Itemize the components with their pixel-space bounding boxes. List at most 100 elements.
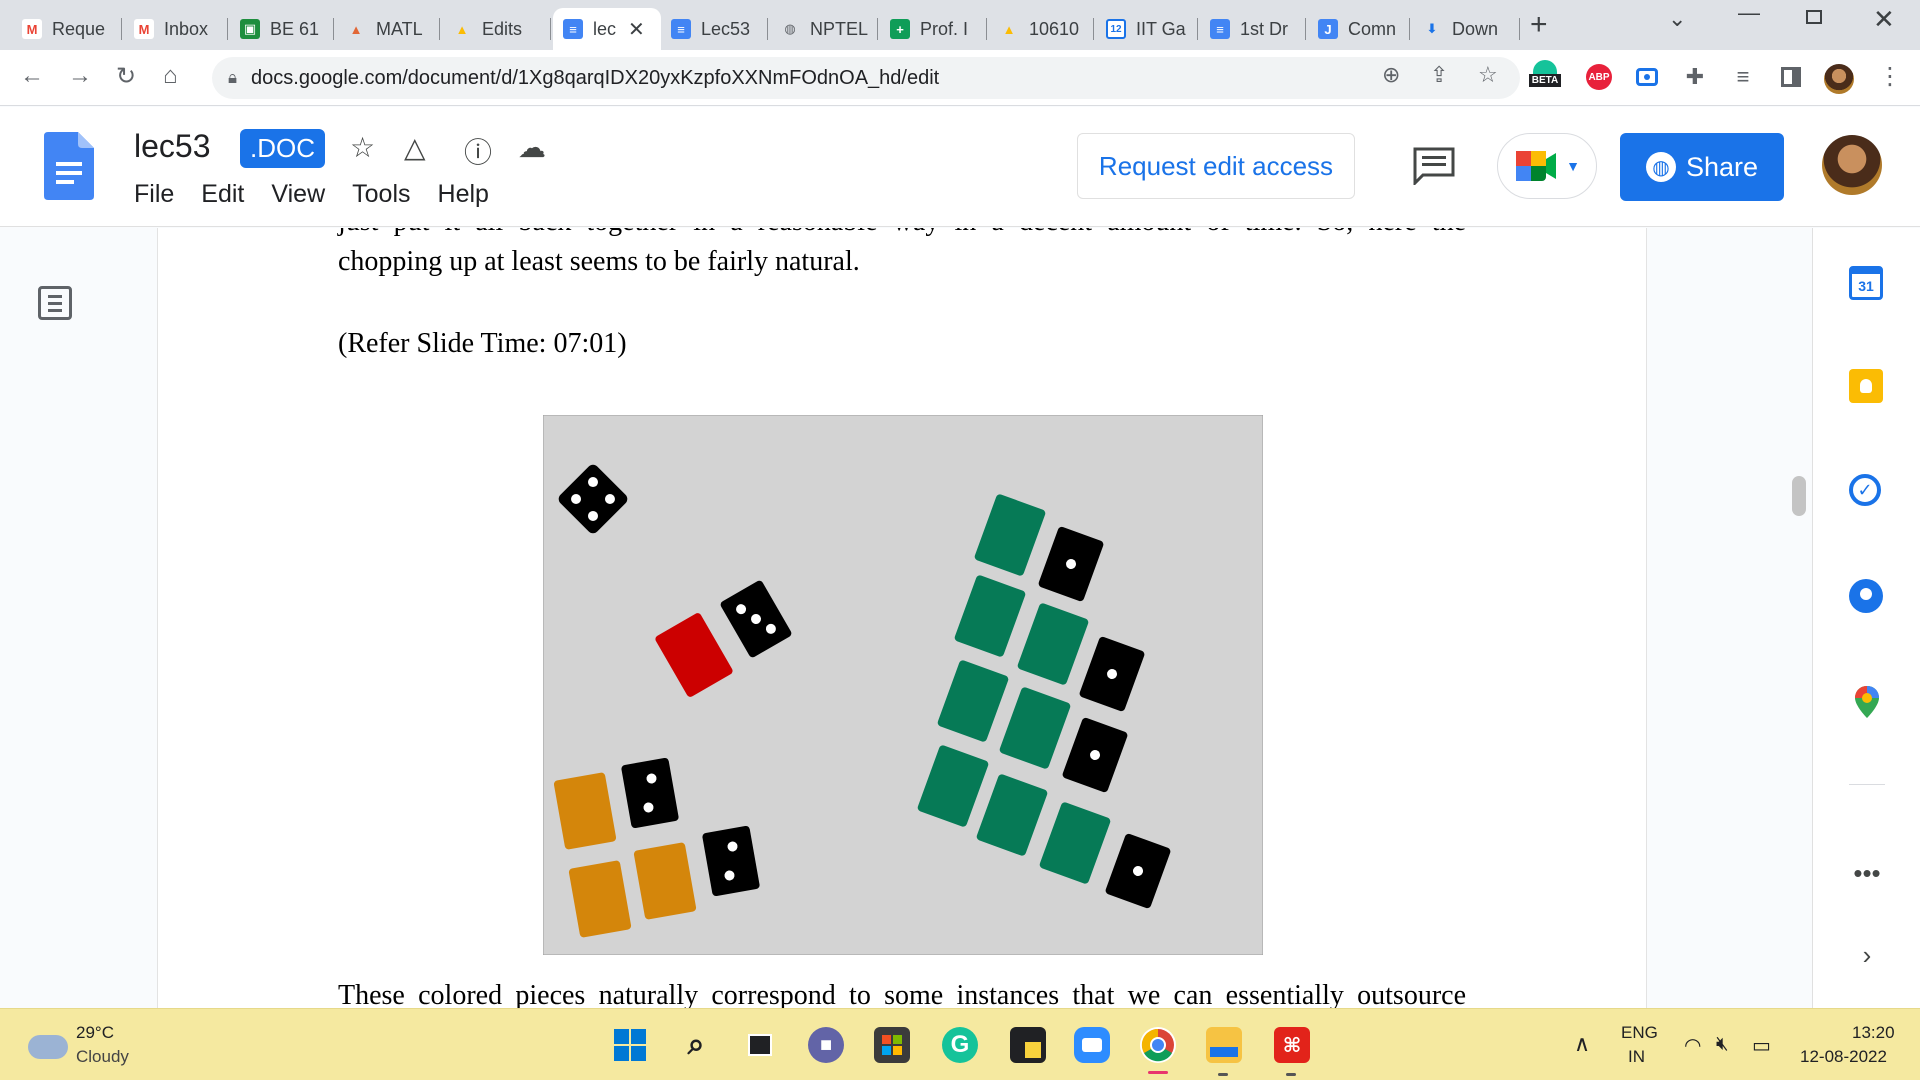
profile-avatar[interactable] — [1824, 64, 1854, 94]
browser-tab[interactable]: M Reque — [12, 8, 122, 50]
browser-tab[interactable]: ▲ MATL — [336, 8, 440, 50]
abp-label: ABP — [1586, 64, 1612, 90]
home-button[interactable]: ⌂ — [163, 62, 178, 90]
file-explorer-icon[interactable] — [1206, 1027, 1242, 1063]
grammarly-beta-extension-icon[interactable]: BETA — [1528, 58, 1562, 88]
star-icon[interactable]: ☆ — [350, 131, 375, 164]
language-indicator[interactable]: ENG — [1621, 1023, 1658, 1043]
reload-button[interactable]: ↻ — [116, 62, 136, 91]
restore-button[interactable] — [1806, 10, 1822, 24]
browser-tab[interactable]: ⬇ Down — [1412, 8, 1520, 50]
browser-tab[interactable]: J Comn — [1308, 8, 1410, 50]
document-canvas[interactable]: just put it all back together in a reaso… — [0, 228, 1920, 1008]
forward-button[interactable]: → — [68, 62, 92, 90]
menu-view[interactable]: View — [271, 180, 325, 209]
acrobat-reader-icon[interactable]: ⌘ — [1274, 1027, 1310, 1063]
browser-tab[interactable]: ◍ NPTEL — [770, 8, 878, 50]
clock-time[interactable]: 13:20 — [1852, 1023, 1895, 1043]
windows-taskbar: 29°C Cloudy ⌕ ■ G ⌘ ∧ ENG IN ◠ 🔇︎ ▭ 13:2… — [0, 1008, 1920, 1080]
media-control-icon[interactable]: ≡ — [1728, 62, 1758, 92]
close-window-button[interactable]: ✕ — [1873, 4, 1895, 35]
browser-menu-icon[interactable]: ⋮ — [1878, 62, 1902, 91]
tab-label: Edits — [482, 18, 523, 39]
browser-tab[interactable]: 12 IIT Ga — [1096, 8, 1198, 50]
meet-button[interactable]: ▼ — [1497, 133, 1597, 199]
info-icon[interactable]: ⓘ — [464, 131, 492, 171]
move-to-drive-icon[interactable]: △ — [404, 131, 426, 164]
sticky-notes-icon[interactable] — [1010, 1027, 1046, 1063]
wifi-icon[interactable]: ◠ — [1684, 1033, 1701, 1058]
start-button-icon[interactable] — [612, 1027, 648, 1063]
weather-condition[interactable]: Cloudy — [76, 1047, 129, 1067]
battery-icon[interactable]: ▭ — [1752, 1033, 1771, 1058]
browser-tab[interactable]: ≡ Lec53 — [661, 8, 768, 50]
adblock-extension-icon[interactable]: ABP — [1584, 62, 1614, 92]
share-button[interactable]: ◍ Share — [1620, 133, 1784, 201]
contacts-icon[interactable] — [1849, 579, 1885, 615]
close-tab-icon[interactable]: ✕ — [628, 17, 645, 42]
zoom-icon[interactable]: ⊕ — [1382, 62, 1400, 88]
tab-search-icon[interactable]: ⌄ — [1668, 6, 1686, 32]
menu-help[interactable]: Help — [438, 180, 489, 209]
speaker-muted-icon[interactable]: 🔇︎ — [1716, 1033, 1729, 1056]
teams-chat-icon[interactable]: ■ — [808, 1027, 844, 1063]
chrome-icon[interactable] — [1140, 1027, 1176, 1063]
tab-separator — [227, 18, 228, 40]
drive-icon: ▲ — [1002, 21, 1016, 37]
browser-tab[interactable]: ▣ BE 61 — [230, 8, 334, 50]
expand-panel-icon[interactable]: › — [1849, 940, 1885, 976]
address-bar[interactable]: 🔒︎ docs.google.com/document/d/1Xg8qarqID… — [212, 57, 1520, 99]
tab-label: IIT Ga — [1136, 18, 1186, 39]
scrollbar-thumb[interactable] — [1792, 476, 1806, 516]
active-app-indicator — [1148, 1071, 1168, 1074]
region-indicator[interactable]: IN — [1628, 1047, 1645, 1067]
menu-edit[interactable]: Edit — [201, 180, 244, 209]
browser-tab[interactable]: ≡ 1st Dr — [1200, 8, 1306, 50]
tab-label: NPTEL — [810, 18, 868, 39]
cloudy-weather-icon[interactable] — [28, 1035, 68, 1059]
menu-file[interactable]: File — [134, 180, 174, 209]
calendar-icon[interactable]: 31 — [1849, 266, 1885, 302]
account-avatar[interactable] — [1822, 135, 1882, 195]
bookmark-star-icon[interactable]: ☆ — [1478, 62, 1498, 88]
keep-icon[interactable] — [1849, 369, 1885, 405]
microsoft-store-icon[interactable] — [874, 1027, 910, 1063]
cloud-status-icon[interactable]: ☁ — [518, 131, 546, 164]
screencast-extension-icon[interactable] — [1632, 62, 1662, 92]
document-outline-icon[interactable] — [38, 286, 72, 320]
grammarly-icon[interactable]: G — [942, 1027, 978, 1063]
tasks-icon[interactable]: ✓ — [1849, 474, 1885, 510]
menu-tools[interactable]: Tools — [352, 180, 410, 209]
minimize-button[interactable]: — — [1738, 0, 1760, 26]
comment-history-icon[interactable] — [1413, 147, 1455, 185]
zoom-app-icon[interactable] — [1074, 1027, 1110, 1063]
clock-date[interactable]: 12-08-2022 — [1800, 1047, 1887, 1067]
side-panel-icon[interactable] — [1776, 62, 1806, 92]
browser-tab[interactable]: M Inbox — [124, 8, 228, 50]
tab-label: Lec53 — [701, 18, 751, 39]
extensions-puzzle-icon[interactable]: ✚ — [1680, 62, 1710, 92]
tab-label: Inbox — [164, 18, 209, 39]
docs-logo-icon[interactable] — [44, 132, 94, 200]
browser-tab[interactable]: ▲ 10610 — [989, 8, 1094, 50]
temperature[interactable]: 29°C — [76, 1023, 114, 1043]
share-page-icon[interactable]: ⇪ — [1430, 62, 1448, 88]
task-view-icon[interactable] — [742, 1027, 778, 1063]
tab-label: 1st Dr — [1240, 18, 1289, 39]
browser-tab[interactable]: + Prof. I — [880, 8, 987, 50]
new-tab-button[interactable]: + — [1530, 8, 1548, 42]
document-page[interactable]: just put it all back together in a reaso… — [157, 228, 1647, 1008]
slide-time-reference: (Refer Slide Time: 07:01) — [338, 328, 627, 359]
browser-tab[interactable]: ▲ Edits — [442, 8, 551, 50]
more-icon[interactable]: ••• — [1849, 858, 1885, 894]
drive-icon: ▲ — [455, 21, 469, 37]
lock-icon[interactable]: 🔒︎ — [228, 68, 237, 88]
tab-separator — [1519, 18, 1520, 40]
document-title[interactable]: lec53 — [134, 128, 211, 165]
search-icon[interactable]: ⌕ — [678, 1027, 714, 1063]
show-hidden-icons-icon[interactable]: ∧ — [1574, 1031, 1590, 1057]
back-button[interactable]: ← — [20, 62, 44, 90]
browser-tab[interactable]: ≡ lec ✕ — [553, 8, 661, 50]
maps-icon[interactable] — [1849, 684, 1885, 720]
request-edit-access-button[interactable]: Request edit access — [1077, 133, 1355, 199]
